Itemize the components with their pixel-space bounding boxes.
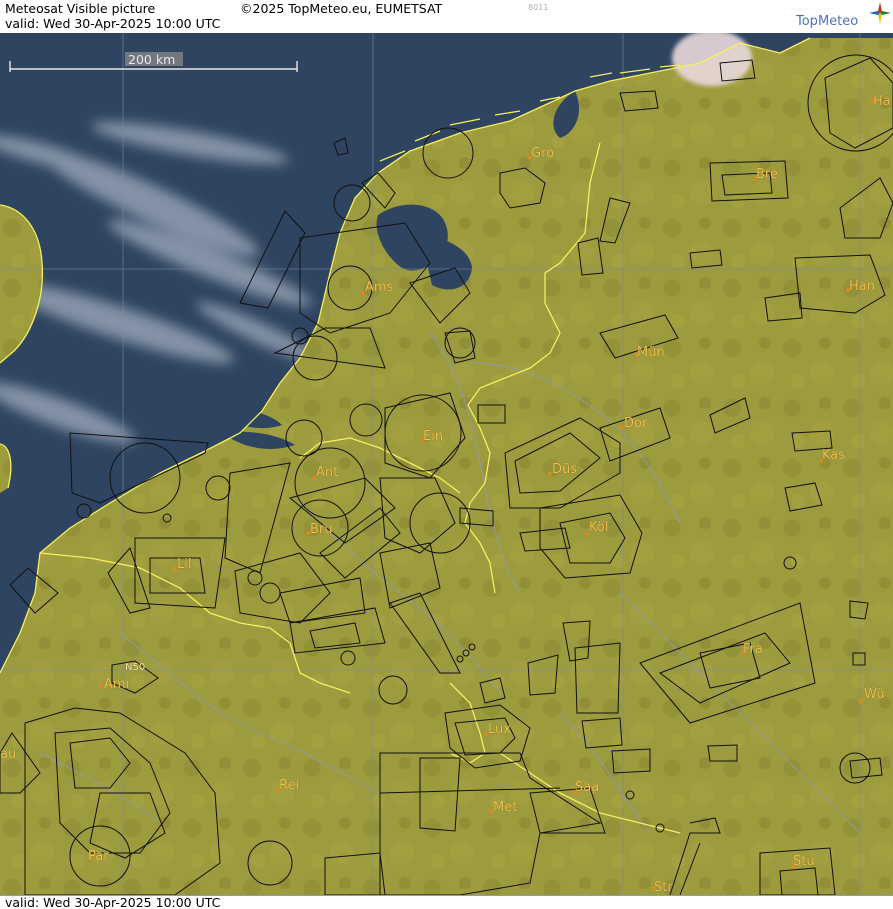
city-lil-label: Lil: [177, 557, 191, 572]
city-dor-label: Dor: [624, 416, 648, 431]
city-fra: Fra: [741, 642, 763, 657]
compass-logo-icon: [869, 2, 891, 24]
city-stu: Stu: [791, 854, 815, 869]
city-lux: Lux: [484, 722, 511, 737]
brand-name: TopMeteo: [796, 14, 859, 29]
city-ein-label: Ein: [423, 429, 443, 444]
city-mun-label: Mün: [637, 345, 665, 360]
city-gro: Gro: [528, 146, 554, 161]
city-str: Str: [652, 880, 674, 895]
waypoint-n50: N50: [125, 662, 146, 673]
city-rei-label: Rei: [279, 778, 299, 793]
city-kas: Kas: [819, 448, 845, 463]
city-saa: Saa: [573, 780, 599, 795]
city-ein: Ein: [419, 429, 443, 444]
footer-valid-time: valid: Wed 30-Apr-2025 10:00 UTC: [5, 895, 221, 909]
city-han: Han: [846, 279, 875, 294]
city-ha: Ha: [870, 94, 891, 109]
city-str-label: Str: [654, 880, 673, 895]
city-han-label: Han: [849, 279, 875, 294]
city-kol-label: Köl: [589, 520, 608, 535]
city-bre: Bre: [753, 167, 778, 182]
city-dus: Düs: [548, 462, 577, 477]
city-fra-label: Fra: [743, 642, 763, 657]
city-dus-label: Düs: [552, 462, 577, 477]
valid-time: valid: Wed 30-Apr-2025 10:00 UTC: [5, 16, 221, 31]
city-rou: au: [0, 747, 16, 762]
city-bru: Bru: [306, 522, 333, 537]
satellite-map: 200 km Gro Bre Ha Ams Han Mün Ein Dor Ka…: [0, 33, 893, 895]
city-saa-label: Saa: [575, 780, 599, 795]
scale-label: 200 km: [128, 52, 175, 67]
city-ams-label: Ams: [365, 280, 394, 295]
map-frame: Meteosat Visible picture valid: Wed 30-A…: [0, 0, 893, 909]
city-ams: Ams: [361, 280, 394, 296]
city-wu-label: Wü: [864, 687, 885, 702]
city-ant-label: Ant: [316, 465, 338, 480]
city-rou-label: au: [0, 747, 16, 762]
city-bru-label: Bru: [310, 522, 333, 537]
city-lux-label: Lux: [488, 722, 511, 737]
city-ha-label: Ha: [873, 94, 891, 109]
copyright: ©2025 TopMeteo.eu, EUMETSAT: [240, 1, 443, 16]
city-bre-label: Bre: [756, 167, 778, 182]
city-ami: Amí: [99, 677, 130, 692]
city-par-label: Par: [88, 849, 109, 864]
city-gro-label: Gro: [531, 146, 554, 161]
waypoint-n50-label: N50: [125, 662, 145, 673]
city-kas-label: Kas: [822, 448, 845, 463]
city-met: Met: [489, 800, 517, 815]
image-code: 8011: [528, 3, 549, 12]
city-rei: Rei: [275, 778, 299, 793]
city-ami-label: Amí: [104, 677, 130, 692]
footer-bar: valid: Wed 30-Apr-2025 10:00 UTC: [0, 895, 893, 909]
city-ant: Ant: [312, 465, 338, 480]
header-bar: Meteosat Visible picture valid: Wed 30-A…: [0, 0, 893, 34]
city-dor: Dor: [620, 416, 648, 431]
city-par: Par: [88, 849, 110, 864]
city-met-label: Met: [493, 800, 517, 815]
city-kol: Köl: [585, 520, 609, 536]
city-stu-label: Stu: [793, 854, 815, 869]
product-title: Meteosat Visible picture: [5, 1, 156, 16]
city-mun: Mün: [635, 345, 665, 360]
